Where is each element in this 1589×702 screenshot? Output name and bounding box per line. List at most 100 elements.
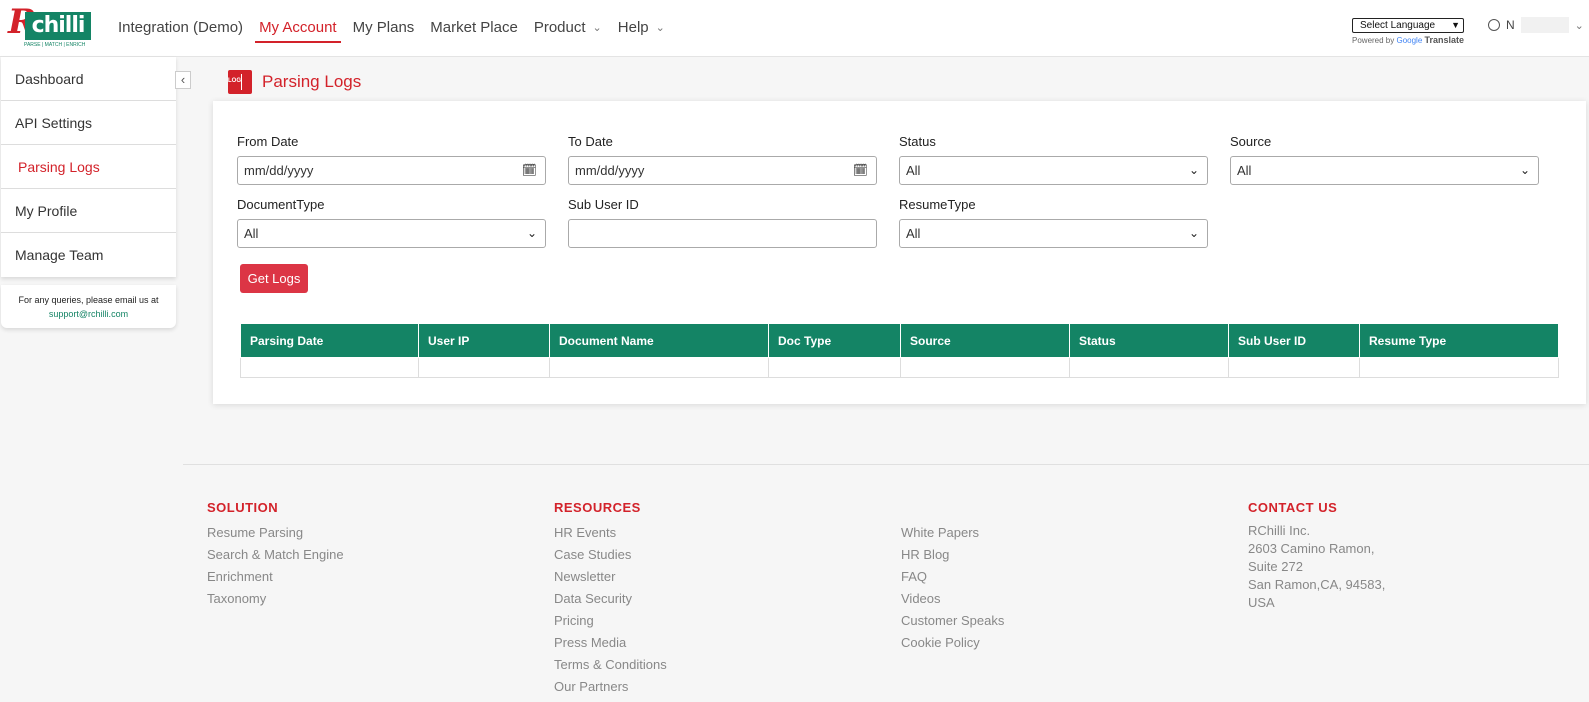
from-date-input[interactable]: mm/dd/yyyy 🗓	[237, 156, 546, 185]
to-date-label: To Date	[568, 134, 613, 149]
table-cell	[768, 357, 901, 378]
nav-label: Integration (Demo)	[118, 19, 244, 36]
status-select[interactable]: All ⌄	[899, 156, 1208, 185]
footer-link[interactable]: Case Studies	[554, 544, 667, 566]
footer-link[interactable]: Search & Match Engine	[207, 544, 344, 566]
sub-user-id-input[interactable]	[568, 219, 877, 248]
logo-tagline: PARSE | MATCH | ENRICH	[24, 42, 86, 48]
sidebar-item-parsing-logs[interactable]: Parsing Logs	[1, 145, 176, 189]
to-date-placeholder: mm/dd/yyyy	[575, 163, 645, 178]
footer-heading: RESOURCES	[554, 500, 641, 515]
address-line: 2603 Camino Ramon,	[1248, 541, 1375, 556]
nav-product[interactable]: Product ⌄	[534, 0, 602, 56]
col-resume-type[interactable]: Resume Type	[1359, 323, 1559, 358]
nav-market-place[interactable]: Market Place	[430, 0, 518, 56]
sidebar-item-manage-team[interactable]: Manage Team	[1, 233, 176, 277]
nav-label: Help	[617, 19, 649, 36]
footer-link[interactable]: Pricing	[554, 610, 667, 632]
user-name-redacted	[1520, 17, 1569, 33]
from-date-label: From Date	[237, 134, 299, 149]
address-line: San Ramon,CA, 94583,	[1248, 577, 1386, 592]
sidebar-item-my-profile[interactable]: My Profile	[1, 189, 176, 233]
filter-card: From Date mm/dd/yyyy 🗓 To Date mm/dd/yyy…	[213, 101, 1586, 404]
nav-label: My Plans	[352, 19, 415, 36]
page-title: Parsing Logs	[262, 72, 362, 91]
col-document-name[interactable]: Document Name	[549, 323, 769, 358]
from-date-placeholder: mm/dd/yyyy	[244, 163, 314, 178]
nav-my-plans[interactable]: My Plans	[353, 0, 415, 56]
user-name: N	[1506, 18, 1515, 32]
nav-label: Product	[533, 19, 586, 36]
resume-type-select[interactable]: All ⌄	[899, 219, 1208, 248]
user-menu[interactable]: N ⌄	[1488, 17, 1584, 33]
get-logs-button[interactable]: Get Logs	[240, 264, 308, 293]
col-doc-type[interactable]: Doc Type	[768, 323, 901, 358]
sidebar-item-api-settings[interactable]: API Settings	[1, 101, 176, 145]
col-status[interactable]: Status	[1069, 323, 1229, 358]
document-type-label: DocumentType	[237, 197, 325, 212]
col-sub-user-id[interactable]: Sub User ID	[1228, 323, 1360, 358]
footer-link[interactable]: HR Blog	[901, 544, 1004, 566]
address-line: Suite 272	[1248, 559, 1303, 574]
language-select[interactable]: Select Language ▼	[1352, 18, 1464, 33]
footer-link[interactable]: Our Partners	[554, 676, 667, 698]
status-label: Status	[899, 134, 936, 149]
footer-link[interactable]: Press Media	[554, 632, 667, 654]
rchilli-logo[interactable]: R chilli PARSE | MATCH | ENRICH	[8, 2, 91, 50]
footer-link[interactable]: Cookie Policy	[901, 632, 1004, 654]
nav-help[interactable]: Help ⌄	[618, 0, 665, 56]
log-icon-text: LOG	[228, 78, 241, 84]
footer-link[interactable]: HR Events	[554, 522, 667, 544]
source-value: All	[1237, 163, 1252, 178]
footer-link[interactable]: FAQ	[901, 566, 1004, 588]
to-date-input[interactable]: mm/dd/yyyy 🗓	[568, 156, 877, 185]
footer-link[interactable]: Enrichment	[207, 566, 344, 588]
col-source[interactable]: Source	[900, 323, 1070, 358]
powered-by-text: Powered by	[1352, 36, 1395, 45]
address-line: RChilli Inc.	[1248, 523, 1311, 538]
logs-table: Parsing Date User IP Document Name Doc T…	[240, 323, 1559, 378]
calendar-icon[interactable]: 🗓	[853, 157, 868, 184]
chevron-left-icon: ‹	[180, 72, 186, 87]
address-line: USA	[1248, 595, 1275, 610]
status-value: All	[906, 163, 921, 178]
nav-my-account[interactable]: My Account	[255, 0, 341, 56]
sub-user-id-label: Sub User ID	[568, 197, 639, 212]
footer-link[interactable]: Newsletter	[554, 566, 667, 588]
nav-integration[interactable]: Integration (Demo)	[118, 0, 243, 56]
resume-type-value: All	[906, 226, 921, 241]
table-header-row: Parsing Date User IP Document Name Doc T…	[240, 323, 1559, 358]
footer-heading: SOLUTION	[207, 500, 279, 515]
resume-type-label: ResumeType	[899, 197, 976, 212]
footer-resources-more: White Papers HR Blog FAQ Videos Customer…	[901, 522, 1004, 654]
sidebar-collapse-button[interactable]: ‹	[175, 71, 191, 89]
footer-link[interactable]: White Papers	[901, 522, 1004, 544]
footer-solution: SOLUTION Resume Parsing Search & Match E…	[207, 500, 344, 610]
support-text: For any queries, please email us at	[18, 295, 159, 305]
table-cell	[1359, 357, 1559, 378]
footer-heading: CONTACT US	[1248, 500, 1338, 515]
chevron-down-icon: ⌄	[592, 22, 602, 34]
document-type-select[interactable]: All ⌄	[237, 219, 546, 248]
sidebar-item-dashboard[interactable]: Dashboard	[1, 57, 176, 101]
source-select[interactable]: All ⌄	[1230, 156, 1539, 185]
support-box: For any queries, please email us at supp…	[1, 285, 176, 328]
table-cell	[240, 357, 419, 378]
table-cell	[1069, 357, 1229, 378]
support-email-link[interactable]: support@rchilli.com	[1, 307, 176, 321]
footer-link[interactable]: Resume Parsing	[207, 522, 344, 544]
footer-contact: CONTACT US RChilli Inc. 2603 Camino Ramo…	[1248, 500, 1385, 612]
footer-link[interactable]: Data Security	[554, 588, 667, 610]
chevron-down-icon: ⌄	[655, 22, 665, 34]
footer-link[interactable]: Taxonomy	[207, 588, 344, 610]
col-parsing-date[interactable]: Parsing Date	[240, 323, 419, 358]
col-user-ip[interactable]: User IP	[418, 323, 550, 358]
footer-link[interactable]: Customer Speaks	[901, 610, 1004, 632]
table-cell	[418, 357, 550, 378]
footer-link[interactable]: Terms & Conditions	[554, 654, 667, 676]
calendar-icon[interactable]: 🗓	[522, 157, 537, 184]
table-cell	[1228, 357, 1360, 378]
footer-link[interactable]: Videos	[901, 588, 1004, 610]
source-label: Source	[1230, 134, 1272, 149]
google-text: Google	[1396, 36, 1423, 45]
